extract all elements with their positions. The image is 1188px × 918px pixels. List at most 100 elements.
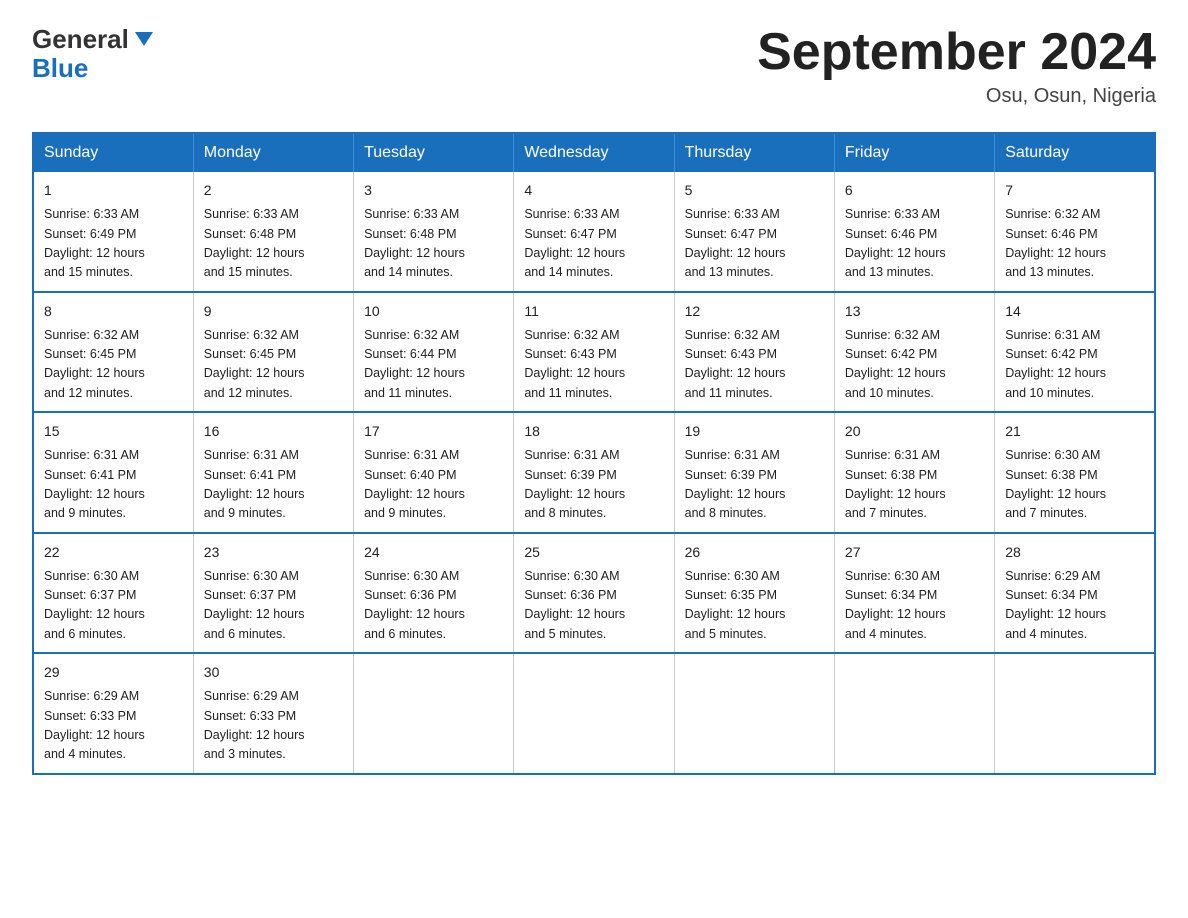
calendar-cell: 19 Sunrise: 6:31 AMSunset: 6:39 PMDayligh… [674, 412, 834, 533]
day-number: 14 [1005, 301, 1144, 322]
day-number: 29 [44, 662, 183, 683]
calendar-cell: 22 Sunrise: 6:30 AMSunset: 6:37 PMDayligh… [33, 533, 193, 654]
day-info: Sunrise: 6:31 AMSunset: 6:39 PMDaylight:… [685, 446, 824, 524]
day-info: Sunrise: 6:30 AMSunset: 6:38 PMDaylight:… [1005, 446, 1144, 524]
title-area: September 2024 Osu, Osun, Nigeria [757, 24, 1156, 108]
day-number: 5 [685, 180, 824, 201]
calendar-cell: 1Sunrise: 6:33 AMSunset: 6:49 PMDaylight… [33, 172, 193, 292]
day-number: 17 [364, 421, 503, 442]
calendar-cell: 28 Sunrise: 6:29 AMSunset: 6:34 PMDayligh… [995, 533, 1155, 654]
calendar-cell [514, 653, 674, 774]
day-number: 25 [524, 542, 663, 563]
calendar-cell: 5Sunrise: 6:33 AMSunset: 6:47 PMDaylight… [674, 172, 834, 292]
calendar-cell: 4 Sunrise: 6:33 AMSunset: 6:47 PMDaylight… [514, 172, 674, 292]
calendar-cell: 13Sunrise: 6:32 AMSunset: 6:42 PMDayligh… [834, 292, 994, 413]
calendar-cell: 27 Sunrise: 6:30 AMSunset: 6:34 PMDayligh… [834, 533, 994, 654]
day-info: Sunrise: 6:33 AMSunset: 6:49 PMDaylight:… [44, 205, 183, 283]
day-info: Sunrise: 6:32 AMSunset: 6:45 PMDaylight:… [204, 326, 343, 404]
day-info: Sunrise: 6:30 AMSunset: 6:37 PMDaylight:… [204, 567, 343, 645]
day-number: 19 [685, 421, 824, 442]
day-info: Sunrise: 6:30 AMSunset: 6:36 PMDaylight:… [524, 567, 663, 645]
day-number: 3 [364, 180, 503, 201]
day-info: Sunrise: 6:31 AMSunset: 6:38 PMDaylight:… [845, 446, 984, 524]
day-info: Sunrise: 6:31 AMSunset: 6:42 PMDaylight:… [1005, 326, 1144, 404]
calendar-cell: 2 Sunrise: 6:33 AMSunset: 6:48 PMDaylight… [193, 172, 353, 292]
day-number: 27 [845, 542, 984, 563]
day-info: Sunrise: 6:33 AMSunset: 6:46 PMDaylight:… [845, 205, 984, 283]
calendar-week-row: 22 Sunrise: 6:30 AMSunset: 6:37 PMDayligh… [33, 533, 1155, 654]
day-info: Sunrise: 6:30 AMSunset: 6:36 PMDaylight:… [364, 567, 503, 645]
day-number: 7 [1005, 180, 1144, 201]
calendar-cell: 29 Sunrise: 6:29 AMSunset: 6:33 PMDayligh… [33, 653, 193, 774]
day-info: Sunrise: 6:30 AMSunset: 6:34 PMDaylight:… [845, 567, 984, 645]
weekday-header-wednesday: Wednesday [514, 133, 674, 172]
day-number: 11 [524, 301, 663, 322]
calendar-cell: 20 Sunrise: 6:31 AMSunset: 6:38 PMDayligh… [834, 412, 994, 533]
day-info: Sunrise: 6:29 AMSunset: 6:33 PMDaylight:… [44, 687, 183, 765]
day-info: Sunrise: 6:30 AMSunset: 6:35 PMDaylight:… [685, 567, 824, 645]
calendar-cell: 17 Sunrise: 6:31 AMSunset: 6:40 PMDayligh… [354, 412, 514, 533]
day-info: Sunrise: 6:31 AMSunset: 6:40 PMDaylight:… [364, 446, 503, 524]
day-info: Sunrise: 6:33 AMSunset: 6:48 PMDaylight:… [204, 205, 343, 283]
calendar-cell: 6 Sunrise: 6:33 AMSunset: 6:46 PMDaylight… [834, 172, 994, 292]
calendar-cell: 8 Sunrise: 6:32 AMSunset: 6:45 PMDaylight… [33, 292, 193, 413]
day-number: 23 [204, 542, 343, 563]
calendar-cell: 25 Sunrise: 6:30 AMSunset: 6:36 PMDayligh… [514, 533, 674, 654]
day-number: 28 [1005, 542, 1144, 563]
day-info: Sunrise: 6:32 AMSunset: 6:46 PMDaylight:… [1005, 205, 1144, 283]
calendar-week-row: 1Sunrise: 6:33 AMSunset: 6:49 PMDaylight… [33, 172, 1155, 292]
day-number: 22 [44, 542, 183, 563]
day-info: Sunrise: 6:33 AMSunset: 6:48 PMDaylight:… [364, 205, 503, 283]
calendar-cell: 11Sunrise: 6:32 AMSunset: 6:43 PMDayligh… [514, 292, 674, 413]
calendar-cell: 14 Sunrise: 6:31 AMSunset: 6:42 PMDayligh… [995, 292, 1155, 413]
weekday-header-row: SundayMondayTuesdayWednesdayThursdayFrid… [33, 133, 1155, 172]
day-info: Sunrise: 6:33 AMSunset: 6:47 PMDaylight:… [524, 205, 663, 283]
calendar-week-row: 15Sunrise: 6:31 AMSunset: 6:41 PMDayligh… [33, 412, 1155, 533]
calendar-cell: 30Sunrise: 6:29 AMSunset: 6:33 PMDayligh… [193, 653, 353, 774]
calendar-cell: 9Sunrise: 6:32 AMSunset: 6:45 PMDaylight… [193, 292, 353, 413]
logo: General Blue [32, 24, 155, 84]
day-number: 24 [364, 542, 503, 563]
day-number: 21 [1005, 421, 1144, 442]
calendar-table: SundayMondayTuesdayWednesdayThursdayFrid… [32, 132, 1156, 775]
calendar-cell: 12Sunrise: 6:32 AMSunset: 6:43 PMDayligh… [674, 292, 834, 413]
day-info: Sunrise: 6:32 AMSunset: 6:43 PMDaylight:… [685, 326, 824, 404]
day-number: 20 [845, 421, 984, 442]
calendar-cell: 7 Sunrise: 6:32 AMSunset: 6:46 PMDaylight… [995, 172, 1155, 292]
calendar-cell [674, 653, 834, 774]
day-info: Sunrise: 6:32 AMSunset: 6:44 PMDaylight:… [364, 326, 503, 404]
day-number: 6 [845, 180, 984, 201]
logo-arrow-icon [133, 26, 155, 57]
calendar-cell: 26 Sunrise: 6:30 AMSunset: 6:35 PMDayligh… [674, 533, 834, 654]
calendar-cell [995, 653, 1155, 774]
day-number: 8 [44, 301, 183, 322]
calendar-cell: 21 Sunrise: 6:30 AMSunset: 6:38 PMDayligh… [995, 412, 1155, 533]
day-info: Sunrise: 6:32 AMSunset: 6:42 PMDaylight:… [845, 326, 984, 404]
day-number: 18 [524, 421, 663, 442]
day-info: Sunrise: 6:29 AMSunset: 6:34 PMDaylight:… [1005, 567, 1144, 645]
day-info: Sunrise: 6:32 AMSunset: 6:45 PMDaylight:… [44, 326, 183, 404]
calendar-cell: 23 Sunrise: 6:30 AMSunset: 6:37 PMDayligh… [193, 533, 353, 654]
calendar-cell [834, 653, 994, 774]
weekday-header-tuesday: Tuesday [354, 133, 514, 172]
day-number: 2 [204, 180, 343, 201]
location-title: Osu, Osun, Nigeria [757, 85, 1156, 108]
calendar-week-row: 8 Sunrise: 6:32 AMSunset: 6:45 PMDaylight… [33, 292, 1155, 413]
calendar-cell: 18 Sunrise: 6:31 AMSunset: 6:39 PMDayligh… [514, 412, 674, 533]
calendar-cell: 3 Sunrise: 6:33 AMSunset: 6:48 PMDaylight… [354, 172, 514, 292]
weekday-header-monday: Monday [193, 133, 353, 172]
day-info: Sunrise: 6:31 AMSunset: 6:39 PMDaylight:… [524, 446, 663, 524]
day-number: 4 [524, 180, 663, 201]
calendar-cell: 16Sunrise: 6:31 AMSunset: 6:41 PMDayligh… [193, 412, 353, 533]
day-number: 10 [364, 301, 503, 322]
calendar-cell: 15Sunrise: 6:31 AMSunset: 6:41 PMDayligh… [33, 412, 193, 533]
logo-line2: Blue [32, 53, 88, 84]
day-info: Sunrise: 6:31 AMSunset: 6:41 PMDaylight:… [44, 446, 183, 524]
logo-general-text: General [32, 24, 129, 54]
calendar-cell: 10 Sunrise: 6:32 AMSunset: 6:44 PMDayligh… [354, 292, 514, 413]
weekday-header-thursday: Thursday [674, 133, 834, 172]
day-number: 26 [685, 542, 824, 563]
day-info: Sunrise: 6:30 AMSunset: 6:37 PMDaylight:… [44, 567, 183, 645]
month-title: September 2024 [757, 24, 1156, 81]
weekday-header-sunday: Sunday [33, 133, 193, 172]
